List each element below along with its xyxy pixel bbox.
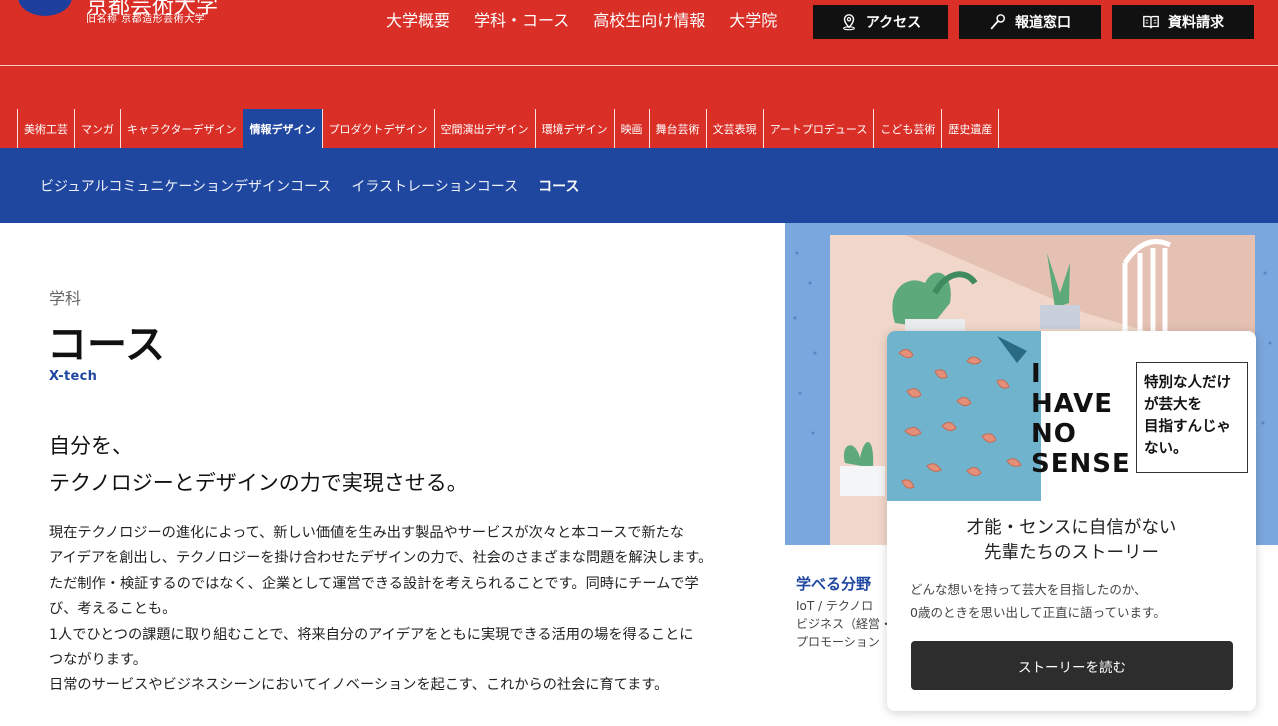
story-card-description: どんな想いを持って芸大を目指したのか、 0歳のときを思い出して正直に語っています… (910, 578, 1166, 624)
press-button-label: 報道窓口 (1015, 15, 1071, 31)
quote-line: ない。 (1144, 441, 1188, 457)
tab-product-design[interactable]: プロダクトデザイン (321, 109, 434, 148)
quote-line: 特別な人だけ (1144, 375, 1231, 391)
nav-about[interactable]: 大学概要 (386, 10, 450, 32)
tab-art-produce[interactable]: アートプロデュース (762, 109, 874, 148)
story-popup-card: I HAVE NO SENSE 特別な人だけ が芸大を 目指すんじゃ ない。 才… (887, 331, 1256, 711)
course-link-visual-communication[interactable]: ビジュアルコミュニケーションデザインコース (40, 176, 331, 196)
university-emblem-icon[interactable] (18, 0, 72, 16)
book-icon (1143, 15, 1159, 29)
fields-list: IoT / テクノロ ビジネス（経営・ プロモーション (796, 597, 891, 651)
access-button-label: アクセス (865, 15, 922, 31)
university-former-name: 旧名称 京都造形芸術大学 (86, 14, 206, 25)
map-pin-icon (842, 14, 855, 31)
description-line: ただ制作・検証するのではなく、企業として運営できる設計を考えられることです。同時… (49, 575, 699, 592)
read-story-button[interactable]: ストーリーを読む (911, 641, 1233, 690)
title-line: 先輩たちのストーリー (984, 543, 1159, 563)
description-line: 現在テクノロジーの進化によって、新しい価値を生み出す製品やサービスが次々と本コー… (49, 525, 685, 541)
nav-departments[interactable]: 学科・コース (474, 10, 569, 32)
tab-character-design[interactable]: キャラクターデザイン (120, 109, 243, 148)
desc-line: 0歳のときを思い出して正直に語っています。 (910, 605, 1166, 620)
lead-line: 自分を、 (49, 434, 133, 458)
headline-line: HAVE (1031, 389, 1113, 419)
page-title: コース (47, 322, 165, 368)
quote-line: 目指すんじゃ (1144, 419, 1231, 435)
shrimp-pattern-illustration (898, 336, 1027, 489)
headline-line: I (1031, 359, 1042, 389)
site-header: 京都芸術大学 旧名称 京都造形芸術大学 大学概要 学科・コース 高校生向け情報 … (0, 0, 1278, 148)
headline-line: NO (1031, 419, 1077, 449)
story-card-headline: I HAVE NO SENSE (1031, 359, 1131, 479)
department-label: 学科 (49, 289, 82, 308)
press-button[interactable]: 報道窓口 (959, 5, 1101, 39)
course-description: 現在テクノロジーの進化によって、新しい価値を生み出す製品やサービスが次々と本コー… (49, 521, 769, 699)
tab-environmental-design[interactable]: 環境デザイン (534, 109, 614, 148)
quote-line: が芸大を (1144, 397, 1202, 413)
header-divider (0, 65, 1278, 66)
title-line: 才能・センスに自信がない (966, 518, 1177, 538)
story-card-quote-box: 特別な人だけ が芸大を 目指すんじゃ ない。 (1136, 362, 1248, 473)
description-line: 1人でひとつの課題に取り組むことで、将来自分のアイデアをともに実現できる活用の場… (49, 626, 694, 643)
course-subnav: ビジュアルコミュニケーションデザインコース イラストレーションコース コース (0, 148, 1278, 223)
tab-creative-writing[interactable]: 文芸表現 (705, 109, 763, 148)
tab-historical-heritage[interactable]: 歴史遺産 (941, 109, 1000, 148)
lead-line: テクノロジーとデザインの力で実現させる。 (49, 471, 468, 495)
tab-manga[interactable]: マンガ (74, 109, 120, 148)
course-english-name: X-tech (49, 369, 98, 384)
tab-film[interactable]: 映画 (613, 109, 649, 148)
description-line: 日常のサービスやビジネスシーンにおいてイノベーションを起こす、これからの社会に育… (49, 677, 669, 694)
nav-highschool[interactable]: 高校生向け情報 (593, 10, 705, 32)
request-materials-button[interactable]: 資料請求 (1112, 5, 1254, 39)
tab-information-design[interactable]: 情報デザイン (242, 109, 322, 148)
description-line: アイデアを創出し、テクノロジーを掛け合わせたデザインの力で、社会のさまざまな問題… (49, 550, 713, 567)
story-card-title: 才能・センスに自信がない 先輩たちのストーリー (887, 516, 1256, 566)
fields-line: IoT / テクノロ (796, 599, 874, 613)
request-button-label: 資料請求 (1168, 15, 1224, 31)
desc-line: どんな想いを持って芸大を目指したのか、 (910, 582, 1147, 597)
tab-space-design[interactable]: 空間演出デザイン (433, 109, 535, 148)
tab-performing-arts[interactable]: 舞台芸術 (648, 109, 706, 148)
department-tabs: 美術工芸 マンガ キャラクターデザイン 情報デザイン プロダクトデザイン 空間演… (17, 109, 1000, 148)
nav-graduate[interactable]: 大学院 (729, 10, 777, 32)
lead-copy: 自分を、 テクノロジーとデザインの力で実現させる。 (49, 428, 468, 502)
fields-heading: 学べる分野 (796, 575, 872, 593)
fields-line: プロモーション (796, 635, 880, 649)
access-button[interactable]: アクセス (813, 5, 948, 39)
fields-line: ビジネス（経営・ (796, 617, 891, 631)
description-line: つながります。 (49, 652, 147, 669)
microphone-icon (990, 14, 1006, 30)
course-link-current[interactable]: コース (538, 176, 579, 196)
story-card-image (887, 331, 1041, 501)
main-nav: 大学概要 学科・コース 高校生向け情報 大学院 (386, 10, 801, 32)
course-link-illustration[interactable]: イラストレーションコース (351, 176, 518, 196)
headline-line: SENSE (1031, 449, 1131, 479)
tab-childrens-art[interactable]: こども芸術 (873, 109, 941, 148)
description-line: び、考えることも。 (49, 601, 177, 618)
tab-fine-arts[interactable]: 美術工芸 (17, 109, 74, 148)
